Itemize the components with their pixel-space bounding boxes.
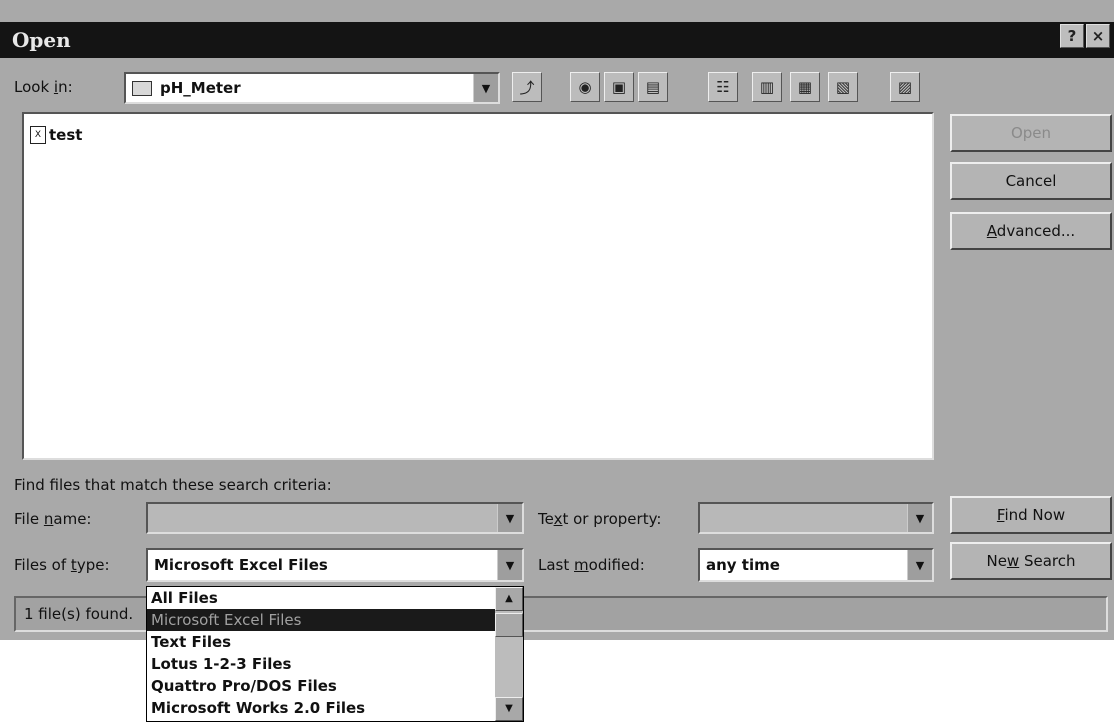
find-now-button[interactable]: Find Now [950,496,1112,534]
last-modified-combo[interactable]: any time ▼ [698,548,934,582]
folder-icon [132,80,152,96]
dropdown-scrollbar[interactable]: ▲ ▼ [495,587,523,721]
last-modified-label: Last modified: [538,556,645,574]
cancel-button[interactable]: Cancel [950,162,1112,200]
excel-file-icon: X [30,126,46,144]
files-of-type-value: Microsoft Excel Files [154,556,328,574]
search-web-icon[interactable]: ◉ [570,72,600,102]
chevron-down-icon[interactable]: ▼ [907,550,932,580]
type-option-excel-selected[interactable]: Microsoft Excel Files [147,609,499,631]
list-view-icon[interactable]: ☷ [708,72,738,102]
look-in-label: Look in: [14,78,73,96]
details-view-icon[interactable]: ▥ [752,72,782,102]
up-one-level-icon[interactable]: ⤴ [512,72,542,102]
chevron-down-icon[interactable]: ▼ [497,550,522,580]
files-of-type-label: Files of type: [14,556,110,574]
text-property-field[interactable]: ▼ [698,502,934,534]
criteria-heading: Find files that match these search crite… [14,476,332,494]
list-item[interactable]: X test [30,126,82,144]
text-property-label: Text or property: [538,510,662,528]
file-list[interactable]: X test [22,112,934,460]
open-button[interactable]: Open [950,114,1112,152]
help-button[interactable]: ? [1060,24,1084,48]
type-option-works[interactable]: Microsoft Works 2.0 Files [147,697,499,719]
look-in-favorites-icon[interactable]: ▤ [638,72,668,102]
file-name: test [49,126,83,144]
look-in-value: pH_Meter [160,79,241,97]
open-dialog: Open ? × Look in: pH_Meter ▼ ⤴ ◉ ▣ ▤ ☷ ▥… [0,0,1114,640]
status-text: 1 file(s) found. [24,605,134,623]
type-option-quattro[interactable]: Quattro Pro/DOS Files [147,675,499,697]
advanced-button[interactable]: Advanced... [950,212,1112,250]
chevron-down-icon[interactable]: ▼ [907,504,932,532]
chevron-down-icon[interactable]: ▼ [497,504,522,532]
file-name-label: File name: [14,510,92,528]
close-button[interactable]: × [1086,24,1110,48]
type-option-all-files[interactable]: All Files [147,587,499,609]
dialog-title: Open [12,28,71,52]
title-bar [0,22,1114,58]
commands-settings-icon[interactable]: ▨ [890,72,920,102]
type-option-text[interactable]: Text Files [147,631,499,653]
new-search-button[interactable]: New Search [950,542,1112,580]
last-modified-value: any time [706,556,780,574]
chevron-down-icon[interactable]: ▼ [473,74,498,102]
scroll-down-icon[interactable]: ▼ [495,697,523,721]
look-in-combo[interactable]: pH_Meter ▼ [124,72,500,104]
add-to-favorites-icon[interactable]: ▣ [604,72,634,102]
files-of-type-combo[interactable]: Microsoft Excel Files ▼ [146,548,524,582]
scroll-up-icon[interactable]: ▲ [495,587,523,611]
properties-view-icon[interactable]: ▦ [790,72,820,102]
scroll-thumb[interactable] [495,613,523,637]
preview-view-icon[interactable]: ▧ [828,72,858,102]
type-option-lotus[interactable]: Lotus 1-2-3 Files [147,653,499,675]
files-of-type-dropdown[interactable]: All Files Microsoft Excel Files Text Fil… [146,586,524,722]
file-name-field[interactable]: ▼ [146,502,524,534]
